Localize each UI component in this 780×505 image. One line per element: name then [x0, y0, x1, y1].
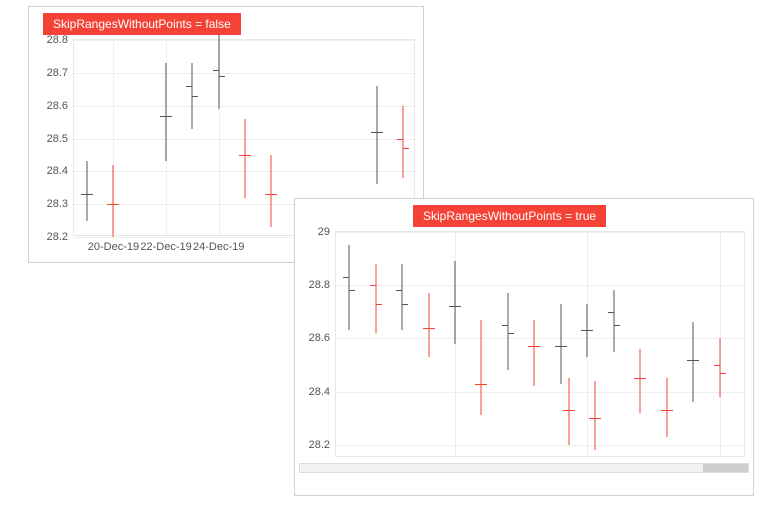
- y-tick-label: 28.5: [47, 133, 68, 145]
- gridline: [336, 338, 744, 339]
- gridline: [336, 232, 744, 233]
- scrollbar-thumb[interactable]: [703, 464, 748, 472]
- chart-title-2: SkipRangesWithoutPoints = true: [413, 205, 606, 227]
- y-tick-label: 29: [318, 226, 330, 238]
- gridline: [336, 285, 744, 286]
- y-tick-label: 28.2: [47, 231, 68, 243]
- x-tick-label: 24-Dec-19: [193, 241, 244, 253]
- y-tick-label: 28.4: [309, 386, 330, 398]
- y-tick-label: 28.8: [47, 34, 68, 46]
- y-tick-label: 28.7: [47, 67, 68, 79]
- gridline: [336, 392, 744, 393]
- plot-area-2: 28.228.428.628.82916-Dec-1923-Dec-1930-D…: [335, 231, 745, 457]
- y-tick-label: 28.2: [309, 439, 330, 451]
- plot-scrollbar[interactable]: [299, 463, 749, 473]
- chart-title-1: SkipRangesWithoutPoints = false: [43, 13, 241, 35]
- gridline: [74, 40, 414, 41]
- gridline: [74, 73, 414, 74]
- gridline: [74, 106, 414, 107]
- y-tick-label: 28.8: [309, 279, 330, 291]
- y-tick-label: 28.4: [47, 165, 68, 177]
- y-tick-label: 28.3: [47, 198, 68, 210]
- x-tick-label: 20-Dec-19: [88, 241, 139, 253]
- x-tick-label: 22-Dec-19: [140, 241, 191, 253]
- gridline: [336, 445, 744, 446]
- y-tick-label: 28.6: [309, 332, 330, 344]
- chart-panel-2: SkipRangesWithoutPoints = true 28.228.42…: [294, 198, 754, 496]
- y-tick-label: 28.6: [47, 100, 68, 112]
